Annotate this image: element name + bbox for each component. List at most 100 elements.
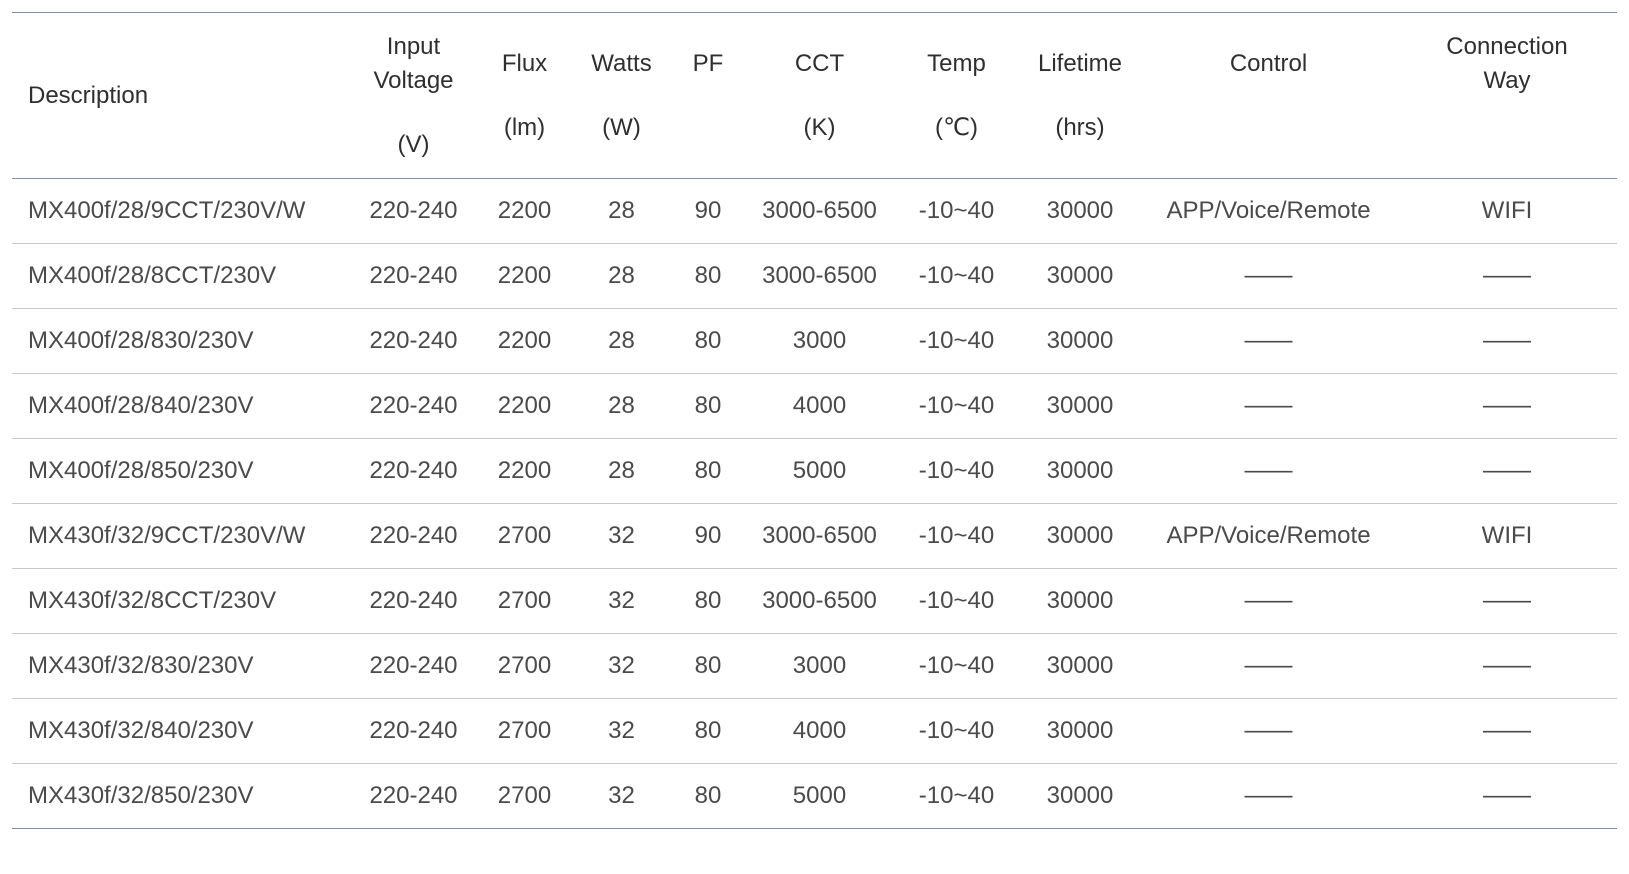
cell-control: APP/Voice/Remote <box>1166 197 1371 224</box>
column-header-input-voltage: Input Voltage (V) <box>351 13 476 179</box>
cell-control: APP/Voice/Remote <box>1166 522 1371 549</box>
cell-temp: -10~40 <box>918 717 995 744</box>
cell-flux: 2700 <box>497 652 552 679</box>
cell-description: MX430f/32/830/230V <box>28 652 254 679</box>
column-header-title-line: Temp <box>927 49 986 77</box>
column-header-title: Input Voltage <box>351 30 476 98</box>
cell-cct: 3000-6500 <box>762 197 877 224</box>
column-header-title-line: Lifetime <box>1037 49 1123 77</box>
column-header-title: Lifetime <box>1020 47 1140 81</box>
column-header-unit <box>1397 128 1617 162</box>
cell-input-voltage: 220-240 <box>369 587 458 614</box>
cell-cct: 3000-6500 <box>762 587 877 614</box>
cell-cct: 4000 <box>792 392 847 419</box>
cell-flux: 2200 <box>497 457 552 484</box>
cell-cct: 4000 <box>792 717 847 744</box>
cell-description: MX400f/28/840/230V <box>28 392 254 419</box>
cell-lifetime: 30000 <box>1046 652 1114 679</box>
header-row: Description Input Voltage (V) Flux (lm) Watts (… <box>12 12 1617 179</box>
table-row: MX430f/32/850/230V 220-240 2700 32 80 5000 -10… <box>12 764 1617 829</box>
cell-temp: -10~40 <box>918 522 995 549</box>
spec-table: Description Input Voltage (V) Flux (lm) Watts (… <box>12 12 1617 829</box>
column-header-title: Description <box>28 79 351 113</box>
cell-temp: -10~40 <box>918 457 995 484</box>
cell-control: —— <box>1244 652 1293 679</box>
cell-pf: 80 <box>694 327 722 354</box>
cell-control: —— <box>1244 262 1293 289</box>
cell-description: MX400f/28/8CCT/230V <box>28 262 277 289</box>
cell-pf: 80 <box>694 392 722 419</box>
cell-description: MX430f/32/8CCT/230V <box>28 587 277 614</box>
column-header-cct: CCT (K) <box>746 13 893 179</box>
column-header-connection-way: Connection Way <box>1397 13 1617 179</box>
table-row: MX430f/32/9CCT/230V/W 220-240 2700 32 90 3000… <box>12 504 1617 569</box>
cell-pf: 80 <box>694 457 722 484</box>
table-row: MX400f/28/840/230V 220-240 2200 28 80 4000 -10… <box>12 374 1617 439</box>
column-header-title: Temp <box>893 47 1020 81</box>
cell-lifetime: 30000 <box>1046 717 1114 744</box>
cell-temp: -10~40 <box>918 587 995 614</box>
cell-control: —— <box>1244 327 1293 354</box>
column-header-title-line: Description <box>28 81 149 109</box>
cell-input-voltage: 220-240 <box>369 782 458 809</box>
cell-input-voltage: 220-240 <box>369 327 458 354</box>
cell-connection-way: —— <box>1483 652 1531 679</box>
column-header-flux: Flux (lm) <box>476 13 573 179</box>
cell-connection-way: WIFI <box>1481 522 1533 549</box>
column-header-unit: (℃) <box>935 113 978 141</box>
cell-pf: 80 <box>694 717 722 744</box>
cell-lifetime: 30000 <box>1046 587 1114 614</box>
column-header-unit: (hrs) <box>1055 113 1105 141</box>
column-header-lifetime: Lifetime (hrs) <box>1020 13 1140 179</box>
cell-watts: 28 <box>608 457 635 484</box>
cell-control: —— <box>1244 457 1293 484</box>
cell-temp: -10~40 <box>918 392 995 419</box>
cell-description: MX430f/32/850/230V <box>28 782 254 809</box>
column-header-unit: (lm) <box>503 113 546 141</box>
cell-flux: 2200 <box>497 327 552 354</box>
cell-pf: 80 <box>694 262 722 289</box>
cell-pf: 90 <box>694 522 722 549</box>
cell-watts: 32 <box>608 782 635 809</box>
column-header-title: CCT <box>746 47 893 81</box>
cell-pf: 90 <box>694 197 722 224</box>
cell-watts: 32 <box>608 522 635 549</box>
cell-cct: 3000 <box>792 652 847 679</box>
column-header-title-line: Input <box>386 32 441 60</box>
column-header-title: Flux <box>476 47 573 81</box>
cell-description: MX400f/28/9CCT/230V/W <box>28 197 306 224</box>
column-header-watts: Watts (W) <box>573 13 670 179</box>
cell-cct: 3000-6500 <box>762 522 877 549</box>
table-row: MX430f/32/830/230V 220-240 2700 32 80 3000 -10… <box>12 634 1617 699</box>
cell-description: MX430f/32/9CCT/230V/W <box>28 522 306 549</box>
cell-connection-way: —— <box>1483 587 1531 614</box>
cell-input-voltage: 220-240 <box>369 457 458 484</box>
cell-lifetime: 30000 <box>1046 782 1114 809</box>
table-body: MX400f/28/9CCT/230V/W 220-240 2200 28 90 3000… <box>12 179 1617 829</box>
cell-lifetime: 30000 <box>1046 457 1114 484</box>
cell-lifetime: 30000 <box>1046 522 1114 549</box>
cell-temp: -10~40 <box>918 262 995 289</box>
cell-description: MX400f/28/850/230V <box>28 457 254 484</box>
cell-input-voltage: 220-240 <box>369 392 458 419</box>
cell-connection-way: WIFI <box>1481 197 1533 224</box>
cell-cct: 3000 <box>792 327 847 354</box>
cell-flux: 2700 <box>497 522 552 549</box>
cell-connection-way: —— <box>1483 327 1531 354</box>
cell-input-voltage: 220-240 <box>369 197 458 224</box>
column-header-title-line: Way <box>1483 66 1531 94</box>
column-header-description: Description <box>12 13 351 179</box>
column-header-title-line: PF <box>692 49 724 77</box>
column-header-temp: Temp (℃) <box>893 13 1020 179</box>
cell-input-voltage: 220-240 <box>369 652 458 679</box>
cell-control: —— <box>1244 782 1293 809</box>
cell-temp: -10~40 <box>918 327 995 354</box>
column-header-title: Watts <box>573 47 670 81</box>
column-header-title-line: Control <box>1229 49 1308 77</box>
table-header: Description Input Voltage (V) Flux (lm) Watts (… <box>12 12 1617 179</box>
column-header-unit <box>1140 111 1397 145</box>
cell-flux: 2700 <box>497 587 552 614</box>
table-row: MX400f/28/9CCT/230V/W 220-240 2200 28 90 3000… <box>12 179 1617 244</box>
column-header-title-line: Watts <box>591 49 652 77</box>
cell-temp: -10~40 <box>918 782 995 809</box>
